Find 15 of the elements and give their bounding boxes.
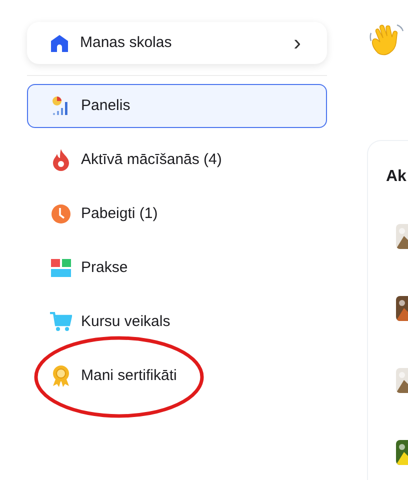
nav-item[interactable]: Pabeigti (1) — [27, 192, 327, 236]
home-icon — [51, 34, 68, 52]
chart-icon — [52, 96, 70, 116]
award-icon — [51, 365, 71, 387]
nav-item[interactable]: Aktīvā mācīšanās (4) — [27, 138, 327, 182]
nav-item[interactable]: Prakse — [27, 246, 327, 290]
nav-item[interactable]: Mani sertifikāti — [27, 354, 327, 398]
school-switch[interactable]: Manas skolas › — [27, 22, 327, 64]
cart-icon — [50, 312, 72, 332]
blocks-icon — [51, 259, 71, 277]
nav-item[interactable]: Kursu veikals — [27, 300, 327, 344]
card-title: Ak — [386, 167, 408, 187]
nav-item[interactable]: Panelis — [27, 84, 327, 128]
clock-icon — [51, 204, 71, 224]
flame-icon — [52, 149, 70, 171]
